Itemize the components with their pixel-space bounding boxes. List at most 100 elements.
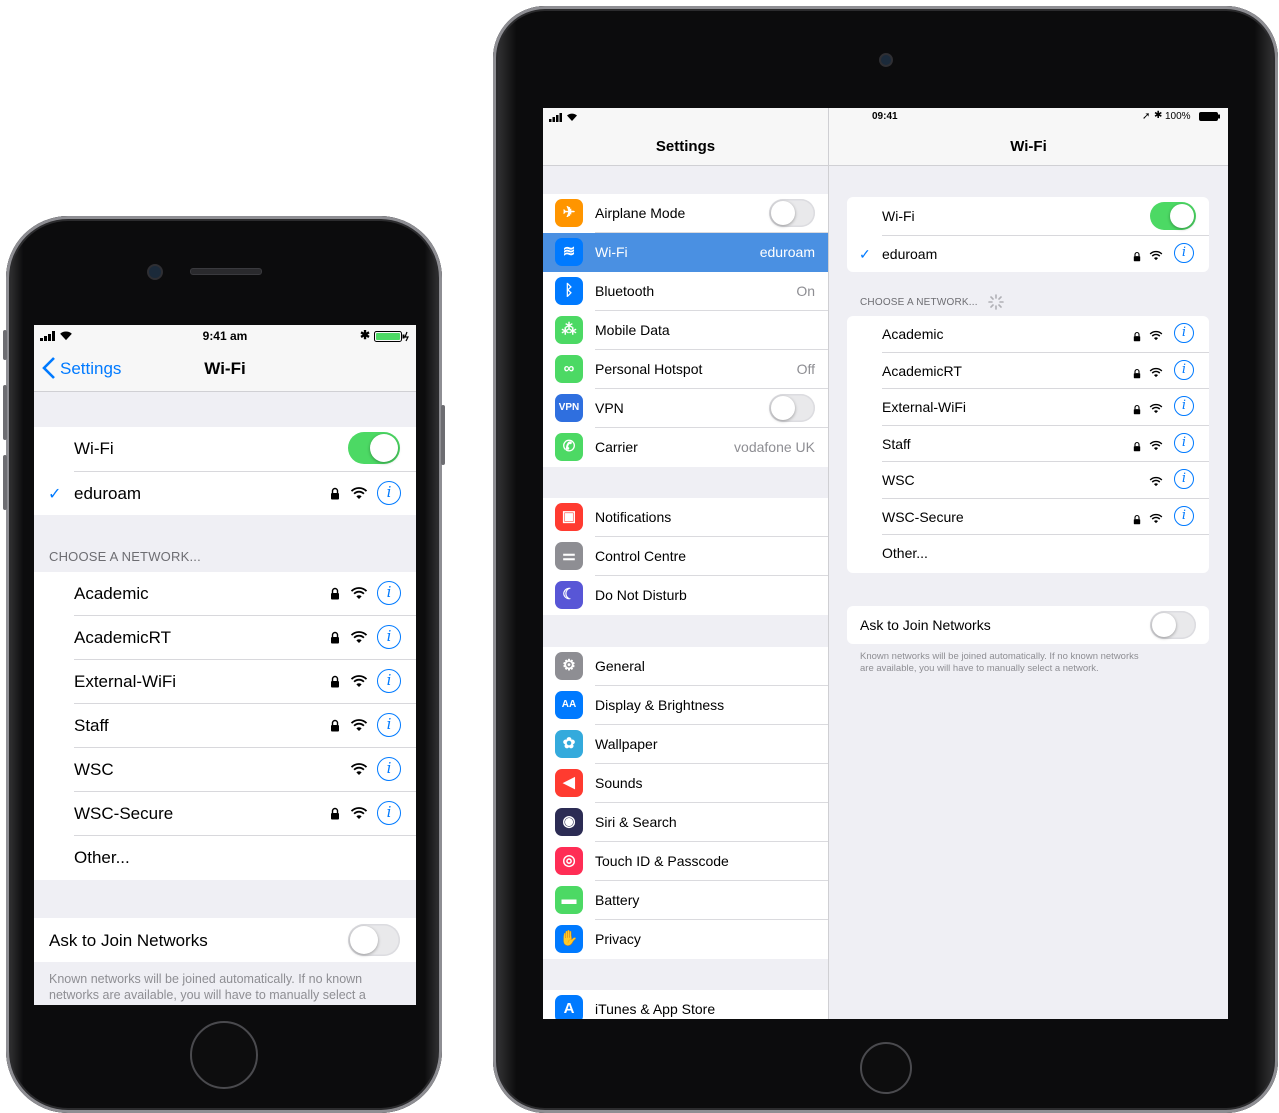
network-name[interactable]: WSC-Secure (74, 804, 173, 824)
network-name[interactable]: AcademicRT (882, 363, 962, 379)
sidebar-item-do-not-disturb[interactable]: ☾ Do Not Disturb (543, 576, 828, 615)
sidebar-item-notifications[interactable]: ▣ Notifications (543, 498, 828, 537)
sidebar-item-mobile-data[interactable]: ⁂ Mobile Data (543, 311, 828, 350)
wifi-signal-icon (1149, 511, 1163, 529)
home-button[interactable] (860, 1042, 912, 1094)
wifi-signal-icon (350, 674, 368, 693)
sidebar-item-battery[interactable]: ▬ Battery (543, 881, 828, 920)
network-name[interactable]: AcademicRT (74, 628, 171, 648)
ask-join-footer-line2: networks are available, you will have to… (49, 988, 366, 1002)
divider (74, 659, 416, 660)
sidebar-toggle[interactable] (769, 394, 815, 422)
network-name[interactable]: Academic (882, 326, 943, 342)
network-name[interactable]: WSC-Secure (882, 509, 964, 525)
wifi-icon: ≋ (555, 238, 583, 266)
info-icon[interactable]: i (377, 713, 401, 737)
network-name[interactable]: WSC (74, 760, 114, 780)
front-camera (147, 264, 163, 280)
toggle-knob (370, 434, 398, 462)
info-icon[interactable]: i (1174, 433, 1194, 453)
speaker-icon: ◀ (555, 769, 583, 797)
sidebar-item-label: VPN (595, 400, 624, 416)
fingerprint-icon: ◎ (555, 847, 583, 875)
info-icon[interactable]: i (377, 481, 401, 505)
choose-network-header: CHOOSE A NETWORK... (49, 549, 201, 564)
network-name[interactable]: External-WiFi (882, 399, 966, 415)
info-icon[interactable]: i (1174, 243, 1194, 263)
sidebar-item-label: Siri & Search (595, 814, 677, 830)
battery-status-icon (374, 331, 409, 342)
divider (74, 747, 416, 748)
sidebar-item-label: Privacy (595, 931, 641, 947)
wifi-label: Wi-Fi (74, 439, 114, 458)
sidebar-item-vpn[interactable]: VPN VPN (543, 389, 828, 428)
iphone-screen: 9:41 am ✱ Settings Wi-Fi Wi-Fi ✓ eduroam… (34, 325, 416, 1005)
network-name[interactable]: Staff (882, 436, 911, 452)
info-icon[interactable]: i (1174, 506, 1194, 526)
info-icon[interactable]: i (377, 669, 401, 693)
network-name[interactable]: Staff (74, 716, 109, 736)
sidebar-item-label: General (595, 658, 645, 674)
divider (74, 615, 416, 616)
ask-join-toggle[interactable] (348, 924, 400, 956)
sidebar-item-sounds[interactable]: ◀ Sounds (543, 764, 828, 803)
sidebar-item-wi-fi[interactable]: ≋ Wi-Fi eduroam (543, 233, 828, 272)
sidebar-item-personal-hotspot[interactable]: ∞ Personal Hotspot Off (543, 350, 828, 389)
sidebar-item-airplane-mode[interactable]: ✈ Airplane Mode (543, 194, 828, 233)
lock-icon (330, 807, 340, 825)
choose-network-header: CHOOSE A NETWORK... (860, 297, 978, 308)
ask-join-toggle[interactable] (1150, 611, 1196, 639)
sidebar-item-bluetooth[interactable]: ᛒ Bluetooth On (543, 272, 828, 311)
toggle-knob (1170, 204, 1194, 228)
wifi-signal-icon (350, 630, 368, 649)
sidebar-item-value: vodafone UK (734, 439, 815, 455)
sidebar-item-carrier[interactable]: ✆ Carrier vodafone UK (543, 428, 828, 467)
wifi-detail-pane: 09:41 ➚ ✱ 100% Wi-Fi Wi-Fi ✓ eduroam CHO… (829, 108, 1228, 1019)
sidebar-item-touch-id-passcode[interactable]: ◎ Touch ID & Passcode (543, 842, 828, 881)
info-icon[interactable]: i (377, 801, 401, 825)
network-name[interactable]: WSC (882, 472, 915, 488)
sidebar-item-label: Battery (595, 892, 640, 908)
notifications-icon: ▣ (555, 503, 583, 531)
sidebar-item-privacy[interactable]: ✋ Privacy (543, 920, 828, 959)
networks-group: Academic i AcademicRT i External-WiFi i Staff i… (34, 572, 416, 880)
other-network-button[interactable]: Other... (882, 545, 928, 561)
info-icon[interactable]: i (1174, 469, 1194, 489)
phone-icon: ✆ (555, 433, 583, 461)
display-icon: AA (555, 691, 583, 719)
checkmark-icon: ✓ (859, 246, 871, 262)
connected-network-name[interactable]: eduroam (74, 484, 141, 504)
wifi-toggle[interactable] (1150, 202, 1196, 230)
sidebar-item-siri-search[interactable]: ◉ Siri & Search (543, 803, 828, 842)
info-icon[interactable]: i (1174, 396, 1194, 416)
network-name[interactable]: Academic (74, 584, 149, 604)
bluetooth-status-icon: ✱ (1154, 110, 1163, 121)
home-button[interactable] (190, 1021, 258, 1089)
divider (882, 534, 1209, 535)
info-icon[interactable]: i (377, 581, 401, 605)
wifi-toggle[interactable] (348, 432, 400, 464)
battery-status-icon (1199, 112, 1220, 121)
info-icon[interactable]: i (1174, 360, 1194, 380)
sidebar-item-control-centre[interactable]: ⚌ Control Centre (543, 537, 828, 576)
sidebar-item-general[interactable]: ⚙ General (543, 647, 828, 686)
info-icon[interactable]: i (1174, 323, 1194, 343)
network-name[interactable]: External-WiFi (74, 672, 176, 692)
sidebar-item-itunes-app-store[interactable]: AiTunes & App Store (543, 990, 828, 1019)
wifi-signal-icon (1149, 328, 1163, 346)
navigation-bar: Settings Wi-Fi (34, 347, 416, 392)
status-bar: 9:41 am ✱ (34, 325, 416, 347)
spinner-icon (988, 294, 1004, 310)
sidebar-item-label: Touch ID & Passcode (595, 853, 729, 869)
bluetooth-icon: ᛒ (555, 277, 583, 305)
other-network-button[interactable]: Other... (74, 848, 130, 868)
connected-network-name[interactable]: eduroam (882, 246, 937, 262)
sidebar-item-display-brightness[interactable]: AA Display & Brightness (543, 686, 828, 725)
lock-icon (1133, 402, 1141, 420)
sidebar-toggle[interactable] (769, 199, 815, 227)
toggle-knob (350, 926, 378, 954)
ask-join-label: Ask to Join Networks (860, 617, 991, 633)
info-icon[interactable]: i (377, 757, 401, 781)
info-icon[interactable]: i (377, 625, 401, 649)
sidebar-item-wallpaper[interactable]: ✿ Wallpaper (543, 725, 828, 764)
